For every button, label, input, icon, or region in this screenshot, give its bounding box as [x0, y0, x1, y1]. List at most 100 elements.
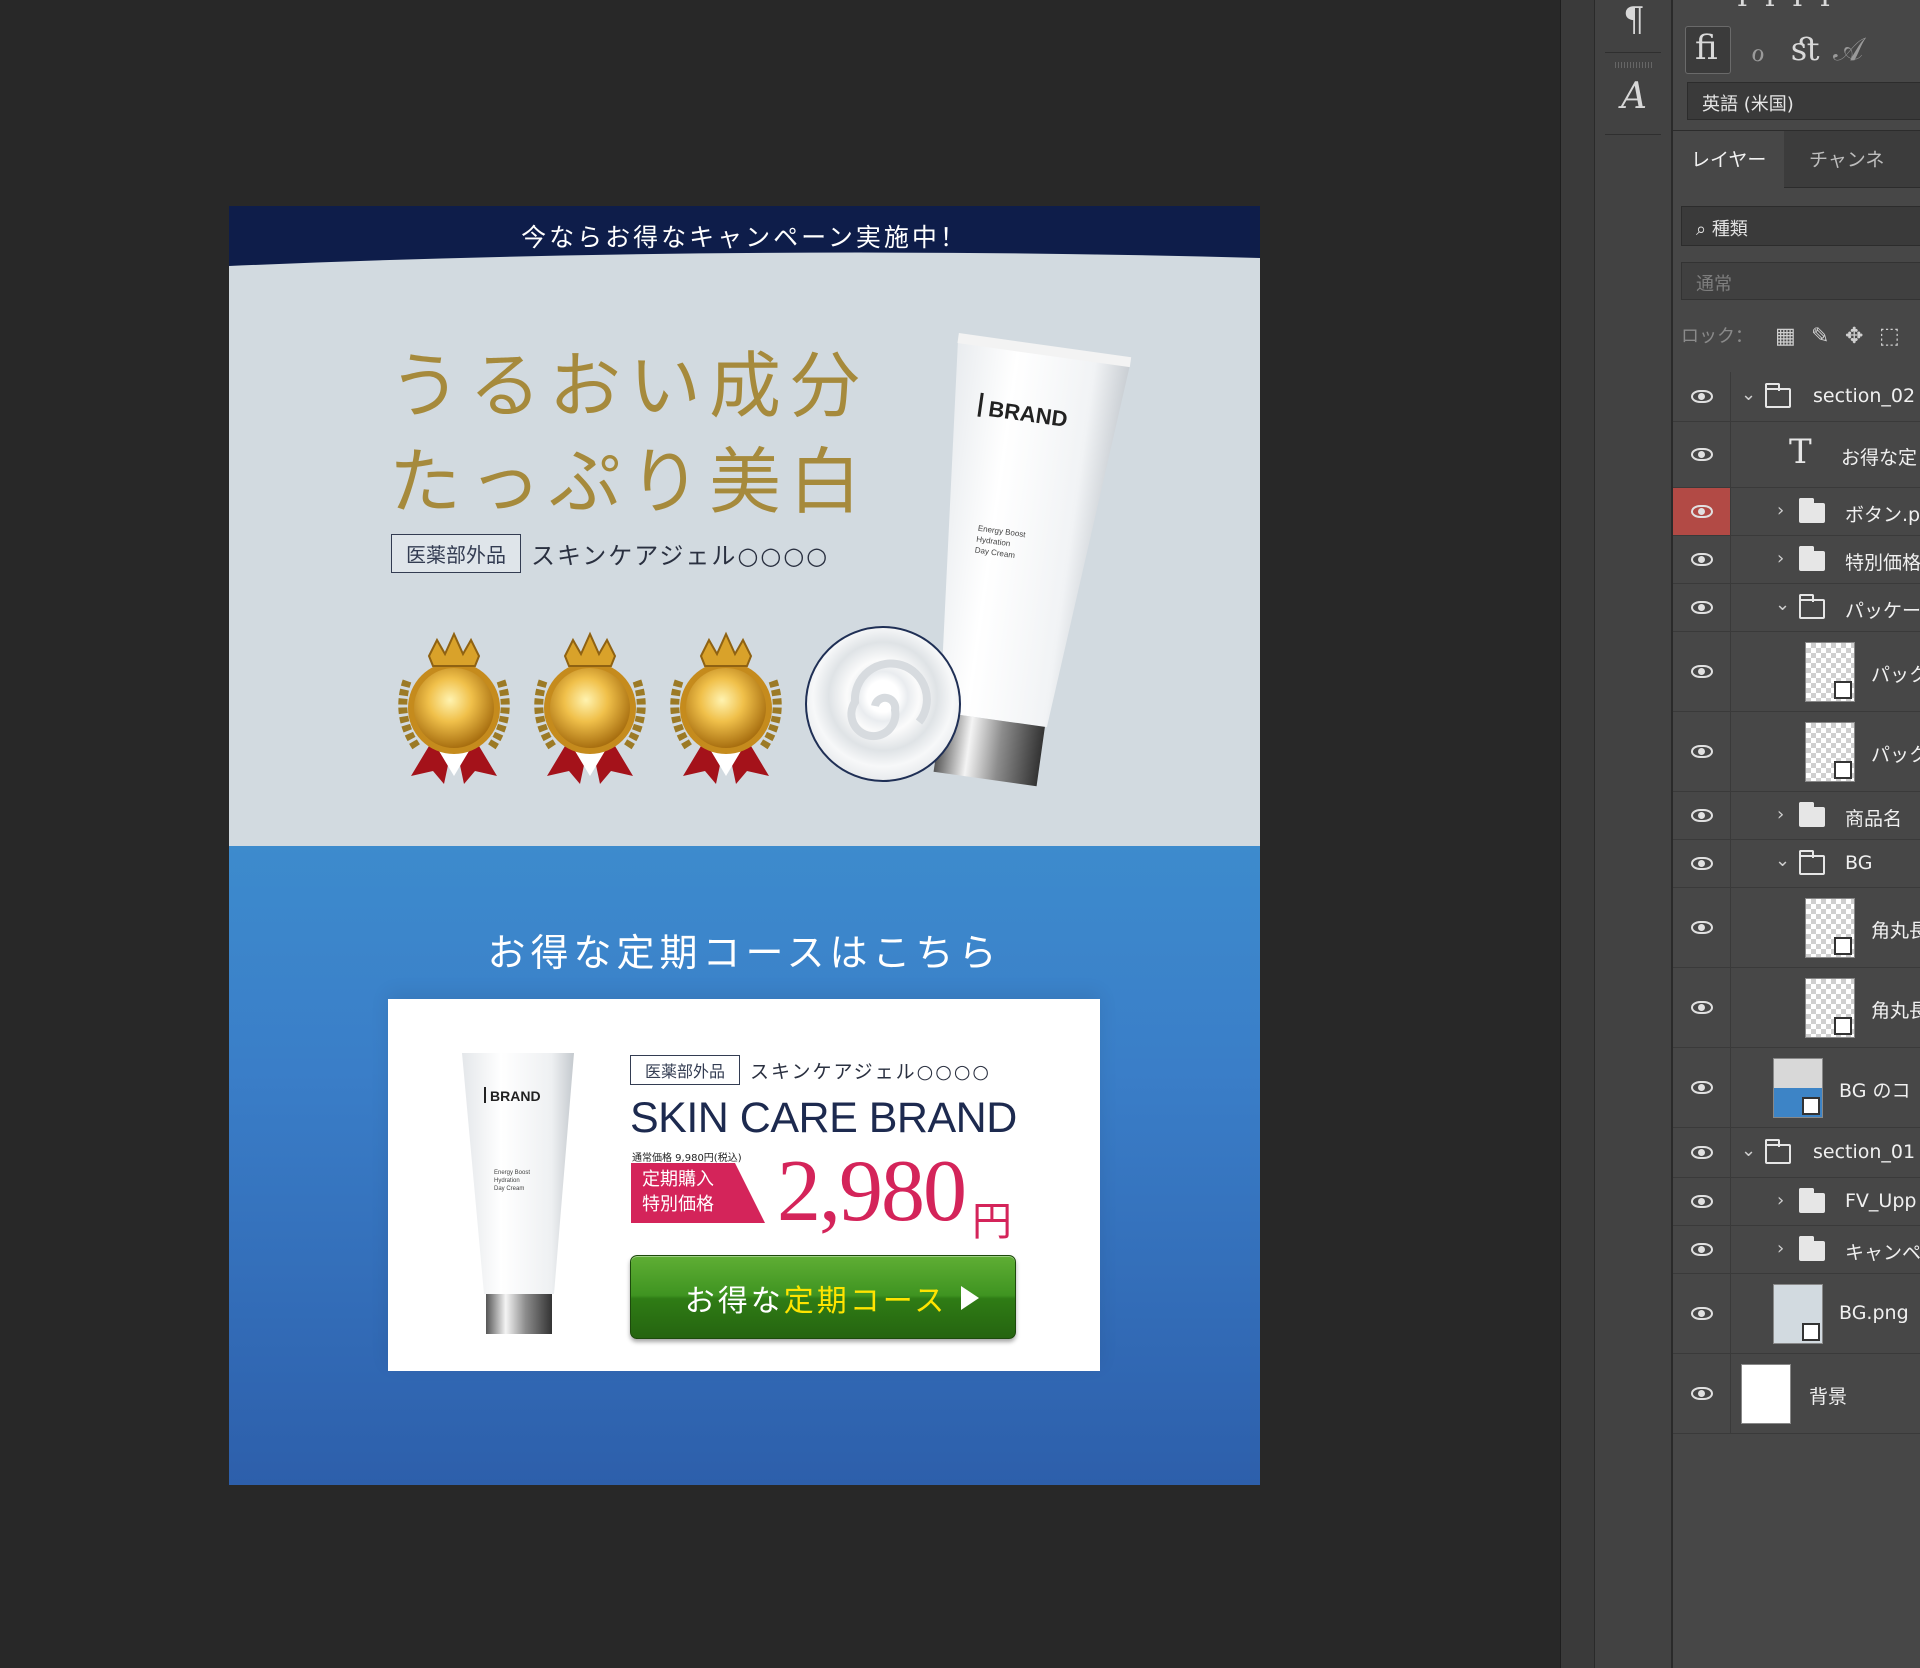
layer-row[interactable]: › 商品名: [1673, 792, 1920, 840]
cta-label-highlight: 定期コース: [783, 1284, 948, 1319]
visibility-eye-icon[interactable]: [1691, 1243, 1713, 1256]
price-unit: 円: [972, 1199, 1012, 1245]
collapsed-panel-icons: ¶ A: [1594, 0, 1672, 1668]
visibility-eye-icon[interactable]: [1691, 665, 1713, 678]
shape-layer-icon: [1802, 1097, 1820, 1115]
svg-text:Day Cream: Day Cream: [494, 1186, 524, 1192]
chevron-right-icon[interactable]: ›: [1777, 548, 1784, 569]
tube-small-brand-text: BRAND: [490, 1088, 541, 1104]
layer-row[interactable]: 背景: [1673, 1354, 1920, 1434]
layer-name: お得な定: [1841, 447, 1918, 469]
visibility-eye-icon[interactable]: [1691, 1001, 1713, 1014]
folder-icon: [1799, 498, 1825, 523]
layer-name: 角丸長: [1871, 1000, 1920, 1022]
play-arrow-icon: [961, 1286, 979, 1310]
layer-thumbnail: [1805, 642, 1855, 702]
lock-transparent-pixels-icon[interactable]: ▦: [1775, 324, 1796, 349]
layer-row-selected[interactable]: › ボタン.p: [1673, 488, 1920, 536]
visibility-eye-icon[interactable]: [1691, 553, 1713, 566]
layer-row[interactable]: ⌄ section_02: [1673, 372, 1920, 422]
language-select[interactable]: 英語 (米国): [1687, 82, 1920, 120]
glyphs-panel-icon[interactable]: A: [1595, 76, 1673, 117]
layer-row[interactable]: 角丸長: [1673, 888, 1920, 968]
lock-image-pixels-icon[interactable]: ✎: [1811, 324, 1829, 349]
lock-label: ロック：: [1681, 326, 1753, 347]
visibility-eye-icon[interactable]: [1691, 601, 1713, 614]
layer-row[interactable]: T お得な定: [1673, 422, 1920, 488]
offer-card: BRAND Energy Boost Hydration Day Cream 医…: [388, 999, 1100, 1371]
smart-object-icon: [1802, 1323, 1820, 1341]
layer-name: パック: [1871, 664, 1920, 686]
layer-row[interactable]: パック: [1673, 712, 1920, 792]
campaign-banner-text: 今ならお得なキャンペーン実施中！: [521, 223, 968, 252]
svg-text:Energy Boost: Energy Boost: [494, 1170, 530, 1176]
lock-position-icon[interactable]: ✥: [1845, 324, 1863, 349]
special-price-tag-text: 定期購入 特別価格: [642, 1167, 714, 1217]
gold-medal-icon: [670, 631, 782, 784]
folder-icon: [1799, 1188, 1825, 1213]
document-canvas[interactable]: 今ならお得なキャンペーン実施中！ うるおい成分 たっぷり美白 医薬部外品 スキン…: [0, 0, 1560, 1668]
layer-row[interactable]: › キャンペ: [1673, 1226, 1920, 1274]
visibility-eye-icon[interactable]: [1691, 1081, 1713, 1094]
card-product-name: スキンケアジェル○○○○: [750, 1060, 992, 1083]
layer-filter-select[interactable]: ⌕ 種類: [1681, 206, 1920, 246]
panel-grip-handle[interactable]: [1615, 62, 1653, 68]
card-brand-name: SKIN CARE BRAND: [630, 1094, 1017, 1142]
layer-name: BG: [1845, 852, 1873, 874]
smart-object-icon: [1834, 761, 1852, 779]
visibility-eye-icon[interactable]: [1691, 1195, 1713, 1208]
panel-dock-gutter: [1560, 0, 1594, 1668]
layer-row[interactable]: パック: [1673, 632, 1920, 712]
layer-name: パック: [1871, 744, 1920, 766]
folder-open-icon: [1799, 594, 1825, 619]
chevron-right-icon[interactable]: ›: [1777, 1190, 1784, 1211]
chevron-down-icon[interactable]: ⌄: [1741, 384, 1756, 405]
layer-row[interactable]: ⌄ section_01: [1673, 1128, 1920, 1178]
chevron-right-icon[interactable]: ›: [1777, 500, 1784, 521]
chevron-right-icon[interactable]: ›: [1777, 804, 1784, 825]
layer-thumbnail: [1805, 978, 1855, 1038]
visibility-eye-icon[interactable]: [1691, 1387, 1713, 1400]
visibility-eye-icon[interactable]: [1691, 809, 1713, 822]
visibility-eye-icon[interactable]: [1691, 921, 1713, 934]
visibility-eye-icon[interactable]: [1691, 390, 1713, 403]
layer-name: 特別価格: [1845, 552, 1920, 574]
layer-row[interactable]: ⌄ BG: [1673, 840, 1920, 888]
layer-row[interactable]: BG.png: [1673, 1274, 1920, 1354]
blend-mode-select[interactable]: 通常: [1681, 262, 1920, 300]
layer-row[interactable]: › FV_Upp: [1673, 1178, 1920, 1226]
cta-label: お得な定期コース: [631, 1276, 1001, 1320]
visibility-eye-icon[interactable]: [1691, 857, 1713, 870]
paragraph-panel-icon[interactable]: ¶: [1595, 0, 1673, 40]
subscription-course-button[interactable]: お得な定期コース: [630, 1255, 1016, 1339]
folder-icon: [1799, 546, 1825, 571]
layer-row[interactable]: BG のコ: [1673, 1048, 1920, 1128]
smart-object-icon: [1834, 1017, 1852, 1035]
lock-artboard-icon[interactable]: ⬚: [1879, 324, 1900, 349]
visibility-eye-icon[interactable]: [1691, 745, 1713, 758]
swash-icon[interactable]: 𝒜: [1833, 30, 1863, 69]
layer-row[interactable]: › 特別価格: [1673, 536, 1920, 584]
card-quasi-drug-badge: 医薬部外品: [630, 1055, 741, 1085]
gold-medal-icon: [398, 631, 510, 784]
visibility-eye-icon[interactable]: [1691, 1146, 1713, 1159]
section-2-title: お得な定期コースはこちら: [487, 931, 1002, 975]
artboard-lp-design[interactable]: 今ならお得なキャンペーン実施中！ うるおい成分 たっぷり美白 医薬部外品 スキン…: [229, 206, 1260, 1485]
layer-filter-label: 種類: [1711, 219, 1748, 240]
ligature-st-icon[interactable]: ﬆ: [1791, 30, 1821, 68]
tab-layers[interactable]: レイヤー: [1673, 131, 1785, 189]
section-01-first-view: 今ならお得なキャンペーン実施中！ うるおい成分 たっぷり美白 医薬部外品 スキン…: [229, 206, 1260, 846]
chevron-down-icon[interactable]: ⌄: [1741, 1140, 1756, 1161]
visibility-eye-icon[interactable]: [1691, 448, 1713, 461]
chevron-down-icon[interactable]: ⌄: [1775, 850, 1790, 871]
chevron-down-icon[interactable]: ⌄: [1775, 594, 1790, 615]
layer-name: 角丸長: [1871, 920, 1920, 942]
layer-row[interactable]: ⌄ パッケー: [1673, 584, 1920, 632]
visibility-eye-icon[interactable]: [1691, 1307, 1713, 1320]
layer-row[interactable]: 角丸長: [1673, 968, 1920, 1048]
tab-channels[interactable]: チャンネル: [1791, 131, 1920, 229]
visibility-eye-icon[interactable]: [1691, 505, 1713, 518]
headline-line-2: たっぷり美白: [389, 440, 870, 524]
chevron-right-icon[interactable]: ›: [1777, 1238, 1784, 1259]
discretionary-ligature-icon[interactable]: ℴ: [1751, 34, 1765, 69]
